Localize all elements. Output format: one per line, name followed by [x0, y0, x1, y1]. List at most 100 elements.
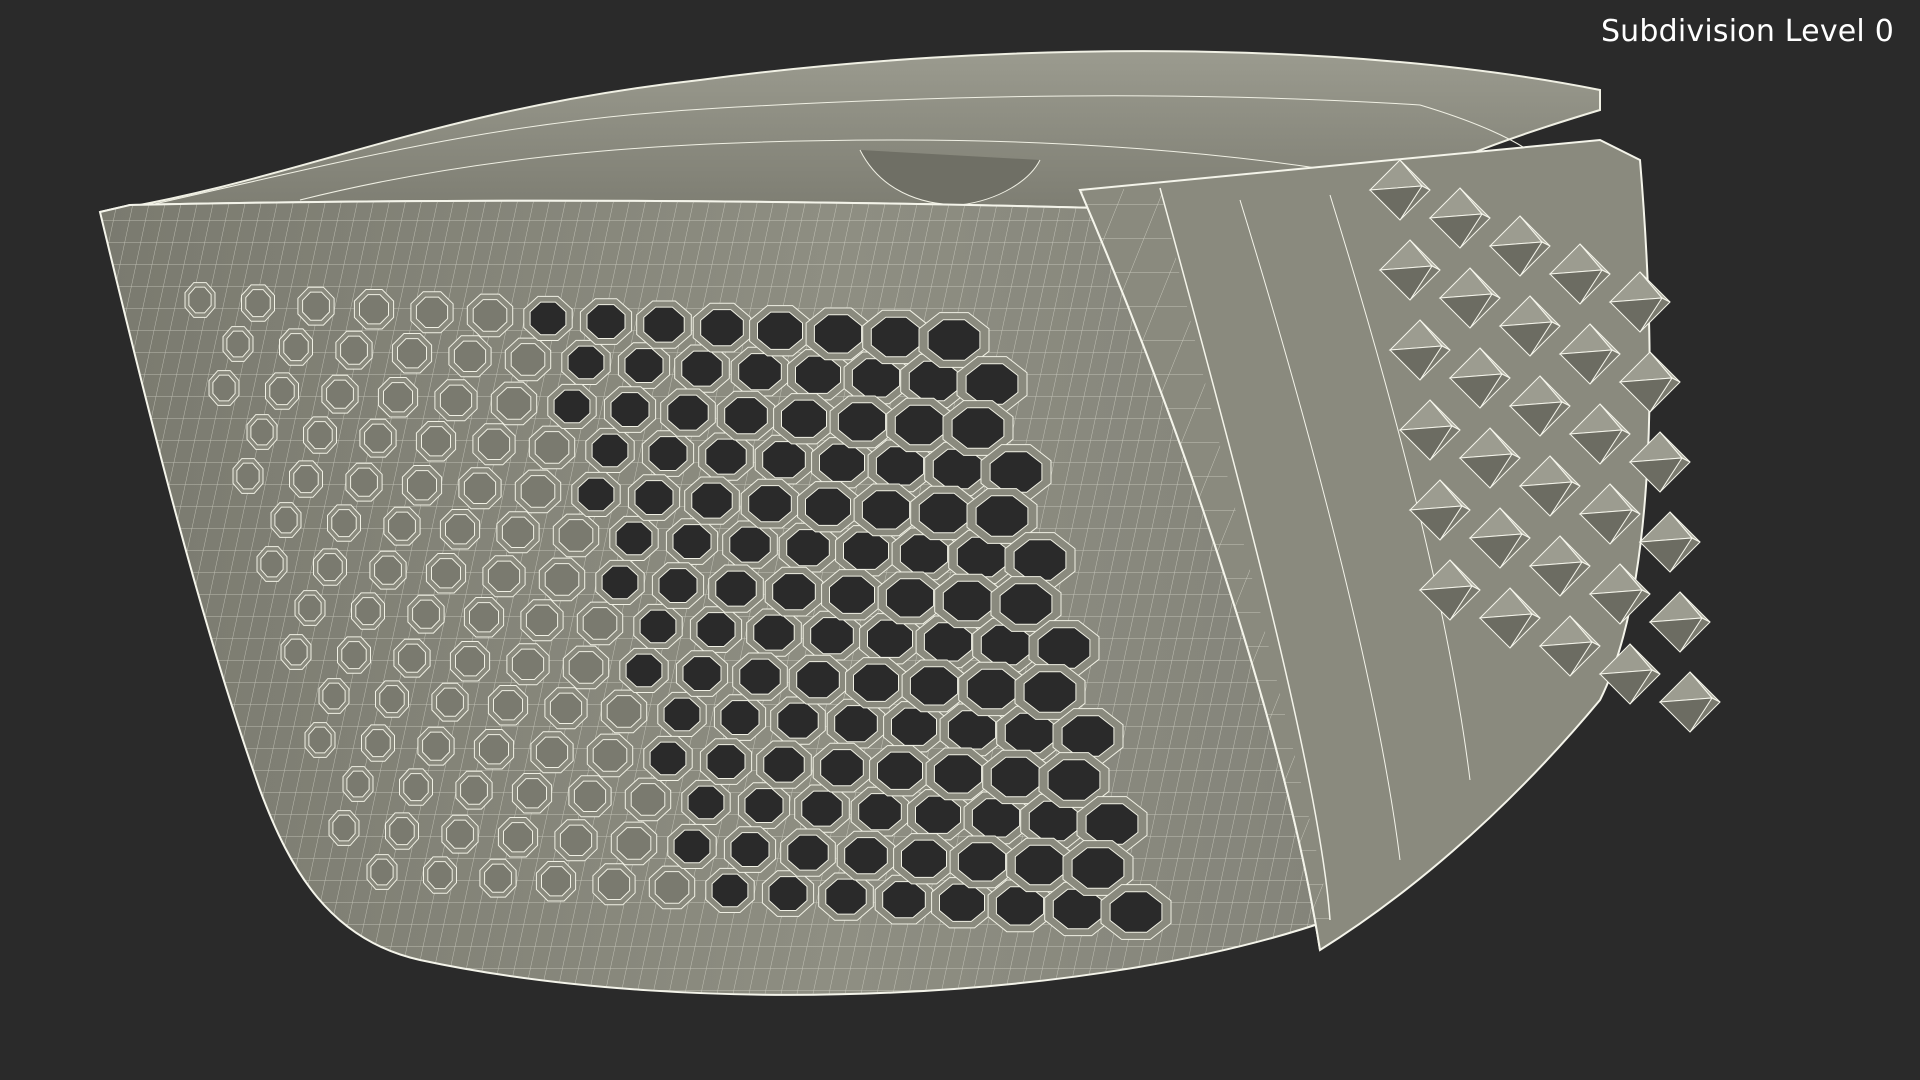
hex-hole — [630, 783, 666, 816]
hex-hole — [274, 506, 298, 534]
hex-hole — [283, 333, 309, 362]
hex-hole — [942, 580, 994, 622]
hex-hole — [496, 387, 532, 420]
hex-hole — [899, 534, 949, 574]
hex-hole — [553, 389, 591, 424]
hex-hole — [1014, 844, 1066, 886]
hex-hole — [592, 739, 628, 772]
hex-hole — [705, 438, 747, 475]
hex-hole — [460, 775, 488, 805]
hex-hole — [909, 666, 959, 706]
hex-hole — [813, 314, 863, 354]
hex-hole — [364, 423, 392, 453]
hex-hole — [975, 495, 1029, 537]
hex-hole — [374, 555, 402, 585]
hex-hole — [226, 330, 250, 358]
hex-hole — [370, 858, 394, 886]
hex-hole — [350, 467, 378, 497]
hex-hole — [307, 421, 333, 450]
hex-hole — [577, 477, 615, 512]
hex-hole — [493, 690, 523, 721]
hex-hole — [777, 702, 819, 739]
hex-hole — [355, 597, 381, 626]
hex-hole — [340, 335, 368, 365]
hex-hole — [269, 377, 295, 406]
hex-hole — [820, 749, 864, 787]
hex-hole — [715, 570, 757, 607]
hex-hole — [445, 514, 475, 545]
hex-hole — [431, 558, 461, 589]
hex-hole — [691, 482, 733, 519]
hex-hole — [453, 340, 487, 372]
hex-hole — [597, 868, 631, 900]
hex-hole — [738, 353, 782, 391]
hex-hole — [837, 402, 887, 442]
hex-hole — [844, 837, 888, 875]
hex-hole — [951, 407, 1005, 449]
hex-hole — [819, 443, 865, 482]
hex-hole — [346, 770, 370, 798]
hex-hole — [250, 418, 274, 446]
hex-hole — [894, 404, 946, 446]
subdivision-level-label: Subdivision Level 0 — [1600, 14, 1894, 49]
hex-hole — [421, 426, 451, 457]
hex-hole — [966, 668, 1018, 710]
hex-hole — [284, 638, 308, 666]
hex-hole — [260, 550, 284, 578]
hex-hole — [667, 394, 709, 431]
hex-hole — [501, 516, 535, 548]
3d-viewport[interactable]: Subdivision Level 0 — [0, 0, 1920, 1080]
hex-hole — [379, 685, 405, 714]
hex-hole — [568, 651, 604, 684]
bracelet-wireframe-model — [98, 50, 1721, 996]
hex-hole — [757, 311, 803, 350]
hex-hole — [322, 682, 346, 710]
hex-hole — [298, 594, 322, 622]
hex-hole — [834, 705, 878, 743]
hex-hole — [544, 563, 580, 596]
hex-hole — [573, 780, 607, 812]
hex-hole — [308, 726, 332, 754]
hex-hole — [875, 446, 925, 486]
hex-hole — [469, 602, 499, 633]
hex-hole — [511, 648, 545, 680]
hex-hole — [901, 839, 947, 878]
hex-hole — [624, 348, 664, 383]
hex-hole — [606, 695, 642, 728]
hex-hole — [365, 729, 391, 758]
hex-hole — [582, 607, 618, 640]
hex-hole — [853, 663, 899, 702]
hex-hole — [947, 710, 997, 750]
hex-hole — [1013, 539, 1067, 581]
hex-hole — [1071, 847, 1125, 889]
hex-hole — [463, 472, 497, 504]
hex-hole — [407, 470, 437, 501]
hex-hole — [971, 798, 1021, 838]
hex-hole — [724, 397, 768, 435]
hex-hole — [616, 827, 652, 860]
hex-hole — [643, 306, 685, 343]
hex-hole — [805, 487, 851, 526]
hex-hole — [359, 294, 389, 325]
hex-hole — [748, 485, 792, 523]
hex-hole — [1037, 627, 1091, 669]
hex-hole — [439, 384, 473, 416]
hex-hole — [918, 492, 970, 534]
hex-hole — [825, 878, 867, 915]
hex-hole — [332, 814, 356, 842]
hex-hole — [658, 568, 698, 603]
hex-hole — [479, 734, 509, 765]
hex-hole — [317, 553, 343, 582]
hex-hole — [810, 617, 854, 655]
hex-hole — [388, 511, 416, 541]
hex-hole — [625, 653, 663, 688]
hex-hole — [558, 519, 594, 552]
hex-hole — [933, 754, 983, 794]
hex-hole — [673, 829, 711, 864]
hex-hole — [403, 773, 429, 802]
hex-hole — [1061, 715, 1115, 757]
hex-hole — [672, 524, 712, 559]
hex-hole — [681, 350, 723, 387]
hex-hole — [398, 643, 426, 673]
hex-hole — [326, 379, 354, 409]
